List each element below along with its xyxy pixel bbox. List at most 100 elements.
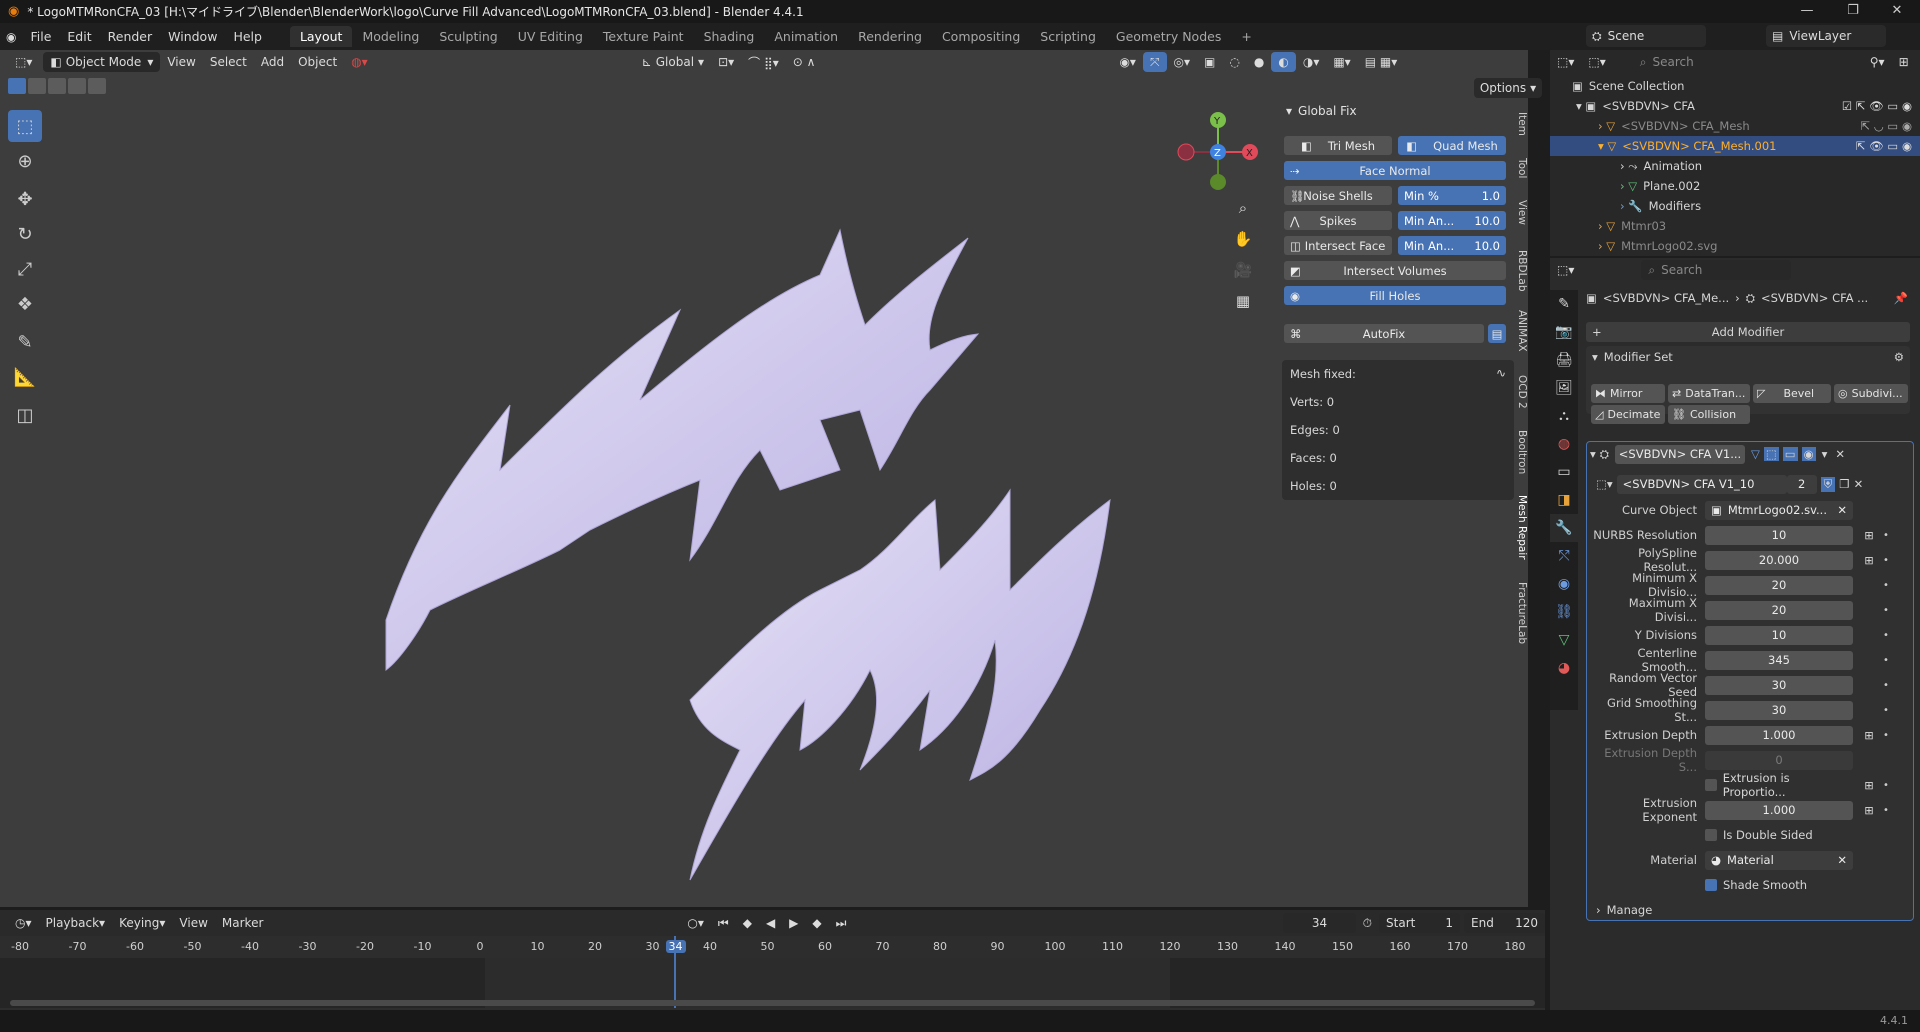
random-seed-field[interactable]: 30 xyxy=(1705,675,1853,695)
shading-render-icon[interactable]: ◑▾ xyxy=(1296,52,1327,72)
outliner-cfa-mesh[interactable]: › ▽ <SVBDVN> CFA_Mesh ⇱ ◡ ▭ ◉ xyxy=(1550,116,1920,136)
select-extend-icon[interactable] xyxy=(28,78,46,94)
outliner-modifiers[interactable]: › 🔧 Modifiers xyxy=(1550,196,1920,216)
tab-booltron[interactable]: Booltron xyxy=(1514,430,1528,474)
transform-orientation[interactable]: ⊾ Global ▾ xyxy=(635,52,711,72)
menu-view[interactable]: View xyxy=(160,52,202,72)
constraints-props-icon[interactable]: ⛓ xyxy=(1550,598,1578,626)
stopwatch-icon[interactable]: ⏱ xyxy=(1356,913,1379,933)
end-frame-field[interactable]: End 120 xyxy=(1464,913,1546,933)
decimate-button[interactable]: ◿ Decimate xyxy=(1591,405,1665,424)
output-props-icon[interactable]: 🖨 xyxy=(1550,346,1578,374)
curve-object-field[interactable]: ▣ MtmrLogo02.sv... ✕ xyxy=(1705,500,1853,520)
fake-user-icon[interactable]: ⛨ xyxy=(1820,476,1836,492)
timeline-editor-icon[interactable]: ◷▾ xyxy=(8,913,39,933)
intersect-face-button[interactable]: ◫ Intersect Face xyxy=(1284,236,1392,255)
jump-end-icon[interactable]: ⏭ xyxy=(829,913,854,933)
display-mode-icon[interactable]: ⬚▾ xyxy=(1581,52,1612,72)
menu-file[interactable]: File xyxy=(22,27,59,46)
physics-props-icon[interactable]: ◉ xyxy=(1550,570,1578,598)
mirror-button[interactable]: ⧓ Mirror xyxy=(1591,384,1665,403)
start-frame-field[interactable]: Start 1 xyxy=(1379,913,1461,933)
shading-material-icon[interactable]: ◐ xyxy=(1271,52,1296,72)
prev-key-icon[interactable]: ◆ xyxy=(736,913,759,933)
tab-rbdlab[interactable]: RBDLab xyxy=(1514,250,1528,292)
keyframe-dot-icon[interactable]: • xyxy=(1881,530,1891,541)
subdivision-button[interactable]: ◎ Subdivi... xyxy=(1834,384,1908,403)
menu-playback[interactable]: Playback ▾ xyxy=(39,913,113,933)
attribute-toggle-icon[interactable]: ⊞ xyxy=(1861,802,1877,818)
tri-mesh-button[interactable]: ◧ Tri Mesh xyxy=(1284,136,1392,155)
timeline-scrollbar[interactable] xyxy=(10,1000,1535,1006)
outliner-plane-002[interactable]: › ▽ Plane.002 xyxy=(1550,176,1920,196)
node-users-count[interactable]: 2 xyxy=(1786,474,1817,494)
snap-icon[interactable]: ⌒ ⣿▾ xyxy=(741,52,786,72)
modifier-name-field[interactable]: <SVBDVN> CFA V1... xyxy=(1614,444,1745,464)
keyframe-dot-icon[interactable]: • xyxy=(1881,780,1891,791)
tab-item[interactable]: Item xyxy=(1514,112,1528,136)
fill-holes-button[interactable]: ◉ Fill Holes xyxy=(1284,286,1506,305)
rotate-tool-icon[interactable]: ↻ xyxy=(8,218,42,250)
material-field[interactable]: ◕ Material ✕ xyxy=(1705,850,1853,870)
noise-shells-button[interactable]: ⛓ Noise Shells xyxy=(1284,186,1392,205)
tab-uv-editing[interactable]: UV Editing xyxy=(508,26,593,47)
keyframe-dot-icon[interactable]: • xyxy=(1881,680,1891,691)
select-subtract-icon[interactable] xyxy=(48,78,66,94)
tab-scripting[interactable]: Scripting xyxy=(1030,26,1106,47)
tab-sculpting[interactable]: Sculpting xyxy=(429,26,507,47)
remove-modifier-icon[interactable]: ✕ xyxy=(1835,447,1845,461)
camera-views-icon[interactable]: ▤ ▦▾ xyxy=(1358,52,1405,72)
next-key-icon[interactable]: ◆ xyxy=(805,913,828,933)
keyframe-dot-icon[interactable]: • xyxy=(1881,655,1891,666)
world-props-icon[interactable]: ◍ xyxy=(1550,430,1578,458)
shading-solid-icon[interactable]: ● xyxy=(1247,52,1271,72)
menu-select[interactable]: Select xyxy=(203,52,254,72)
proportional-icon[interactable]: ⊙ ∧ xyxy=(786,52,823,72)
timeline-ruler[interactable]: -80 -70 -60 -50 -40 -30 -20 -10 0 10 20 30 34 40 50 60 7… xyxy=(0,936,1545,958)
menu-marker[interactable]: Marker xyxy=(215,913,270,933)
blender-menu-icon[interactable]: ◉ xyxy=(6,30,16,44)
autofix-info-icon[interactable]: ▤ xyxy=(1488,324,1506,343)
tab-fracturelab[interactable]: FractureLab xyxy=(1514,582,1528,644)
visibility-icon[interactable]: ◉▾ xyxy=(1112,52,1143,72)
clear-icon[interactable]: ✕ xyxy=(1837,503,1847,517)
menu-keying[interactable]: Keying ▾ xyxy=(112,913,172,933)
object-props-icon[interactable]: ◨ xyxy=(1550,486,1578,514)
minimize-icon[interactable]: — xyxy=(1784,0,1830,23)
face-normal-button[interactable]: ⇢ Face Normal xyxy=(1284,161,1506,180)
quad-mesh-button[interactable]: ◧ Quad Mesh xyxy=(1398,136,1506,155)
modifier-props-icon[interactable]: 🔧 xyxy=(1550,514,1578,542)
viewport-toggle-icon[interactable]: ▭ xyxy=(1782,447,1798,461)
annotate-tool-icon[interactable]: ✎ xyxy=(8,326,42,358)
tab-geometry-nodes[interactable]: Geometry Nodes xyxy=(1106,26,1231,47)
shade-smooth-checkbox[interactable]: Shade Smooth xyxy=(1705,878,1807,892)
close-icon[interactable]: ✕ xyxy=(1874,0,1920,23)
tab-ocd2[interactable]: OCD 2 xyxy=(1514,375,1528,409)
node-tree-icon[interactable]: ⬚▾ xyxy=(1596,477,1613,491)
particles-props-icon[interactable]: ⤲ xyxy=(1550,542,1578,570)
camera-view-icon[interactable]: 🎥 xyxy=(1230,257,1256,283)
attribute-toggle-icon[interactable]: ⊞ xyxy=(1861,777,1877,793)
y-divisions-field[interactable]: 10 xyxy=(1705,625,1853,645)
outliner-cfa-mesh-001[interactable]: ▾ ▽ <SVBDVN> CFA_Mesh.001 ⇱ 👁 ▭ ◉ xyxy=(1550,136,1920,156)
keyframe-dot-icon[interactable]: • xyxy=(1881,580,1891,591)
render-toggle-icon[interactable]: ◉ xyxy=(1801,447,1816,461)
new-collection-icon[interactable]: ⊞ xyxy=(1892,52,1916,72)
collection-props-icon[interactable]: ▭ xyxy=(1550,458,1578,486)
pan-hand-icon[interactable]: ✋ xyxy=(1230,226,1256,252)
row-visibility-icons[interactable]: ⇱ ◡ ▭ ◉ xyxy=(1860,119,1912,133)
menu-help[interactable]: Help xyxy=(225,27,270,46)
keyframe-dot-icon[interactable]: • xyxy=(1881,605,1891,616)
shading-wire-icon[interactable]: ◌ xyxy=(1222,52,1246,72)
global-fix-header[interactable]: ▾ Global Fix xyxy=(1282,100,1514,122)
outliner-mtmr03[interactable]: › ▽ Mtmr03 xyxy=(1550,216,1920,236)
editor-type-icon[interactable]: ⬚▾ xyxy=(8,52,39,72)
extrusion-prop-checkbox[interactable]: Extrusion is Proportio... xyxy=(1705,771,1853,799)
autokey-icon[interactable]: ○▾ xyxy=(680,913,711,933)
spikes-min-angle-field[interactable]: Min An... 10.0 xyxy=(1398,211,1506,230)
keyframe-dot-icon[interactable]: • xyxy=(1881,555,1891,566)
menu-object[interactable]: Object xyxy=(291,52,344,72)
centerline-smooth-field[interactable]: 345 xyxy=(1705,650,1853,670)
tab-shading[interactable]: Shading xyxy=(694,26,765,47)
keyframe-dot-icon[interactable]: • xyxy=(1881,805,1891,816)
